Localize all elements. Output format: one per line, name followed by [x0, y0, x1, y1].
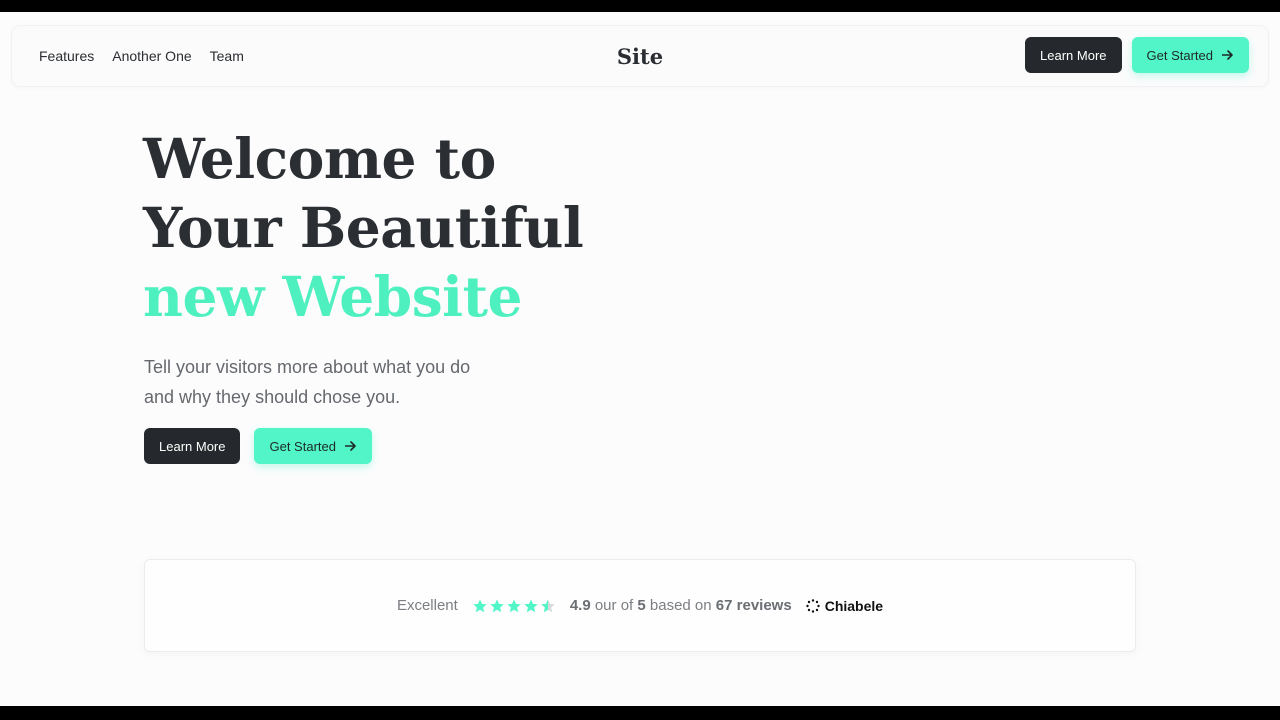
- star-icon: [490, 598, 504, 612]
- star-icon: [507, 598, 521, 612]
- hero-get-started-label: Get Started: [269, 438, 336, 454]
- hero-actions: Learn More Get Started: [144, 428, 372, 464]
- header-actions: Learn More Get Started: [1025, 37, 1249, 73]
- rating-based-on: based on: [649, 597, 712, 614]
- hero-subtitle: Tell your visitors more about what you d…: [144, 352, 544, 412]
- rating-value: 4.9: [569, 597, 591, 614]
- reviews-card: Excellent 4.9 our of 5 based on 67 revie…: [144, 559, 1136, 652]
- main-nav: Features Another One Team: [39, 26, 244, 86]
- hero-title: Welcome to Your Beautiful new Website: [143, 124, 584, 331]
- header-learn-more-button[interactable]: Learn More: [1025, 37, 1122, 73]
- star-icon: [473, 598, 487, 612]
- page-viewport: Features Another One Team Site Learn Mor…: [0, 12, 1280, 706]
- reviews-label: Excellent: [396, 597, 458, 614]
- rating-out-of: our of: [594, 597, 634, 614]
- hero-subtitle-line-2: and why they should chose you.: [144, 387, 401, 407]
- rating-count[interactable]: 67 reviews: [716, 597, 792, 614]
- header-learn-more-label: Learn More: [1040, 47, 1107, 63]
- hero-title-line-1: Welcome to: [143, 126, 496, 191]
- hero-title-line-2: Your Beautiful: [143, 195, 584, 260]
- hero-learn-more-button[interactable]: Learn More: [144, 428, 241, 464]
- site-header: Features Another One Team Site Learn Mor…: [12, 26, 1268, 86]
- arrow-right-icon: [344, 441, 356, 451]
- rating-summary: 4.9 our of 5 based on 67 reviews: [570, 597, 792, 614]
- hero-subtitle-line-1: Tell your visitors more about what you d…: [144, 357, 471, 377]
- header-get-started-label: Get Started: [1146, 47, 1213, 63]
- nav-link-another-one[interactable]: Another One: [112, 48, 191, 64]
- site-logo[interactable]: Site: [617, 26, 663, 86]
- star-rating: [472, 598, 556, 614]
- star-half-icon: [541, 598, 555, 612]
- review-brand-name: Chiabele: [824, 597, 884, 614]
- nav-link-features[interactable]: Features: [39, 48, 94, 64]
- rating-max: 5: [637, 597, 646, 614]
- arrow-right-icon: [1222, 50, 1233, 60]
- header-get-started-button[interactable]: Get Started: [1131, 37, 1249, 73]
- star-icon: [524, 598, 538, 612]
- nav-link-team[interactable]: Team: [210, 48, 244, 64]
- hero-get-started-button[interactable]: Get Started: [254, 428, 372, 464]
- chiabele-logo-icon: [806, 598, 820, 613]
- hero-title-line-3: new Website: [143, 264, 522, 329]
- hero-learn-more-label: Learn More: [159, 438, 226, 454]
- review-brand[interactable]: Chiabele: [806, 598, 883, 614]
